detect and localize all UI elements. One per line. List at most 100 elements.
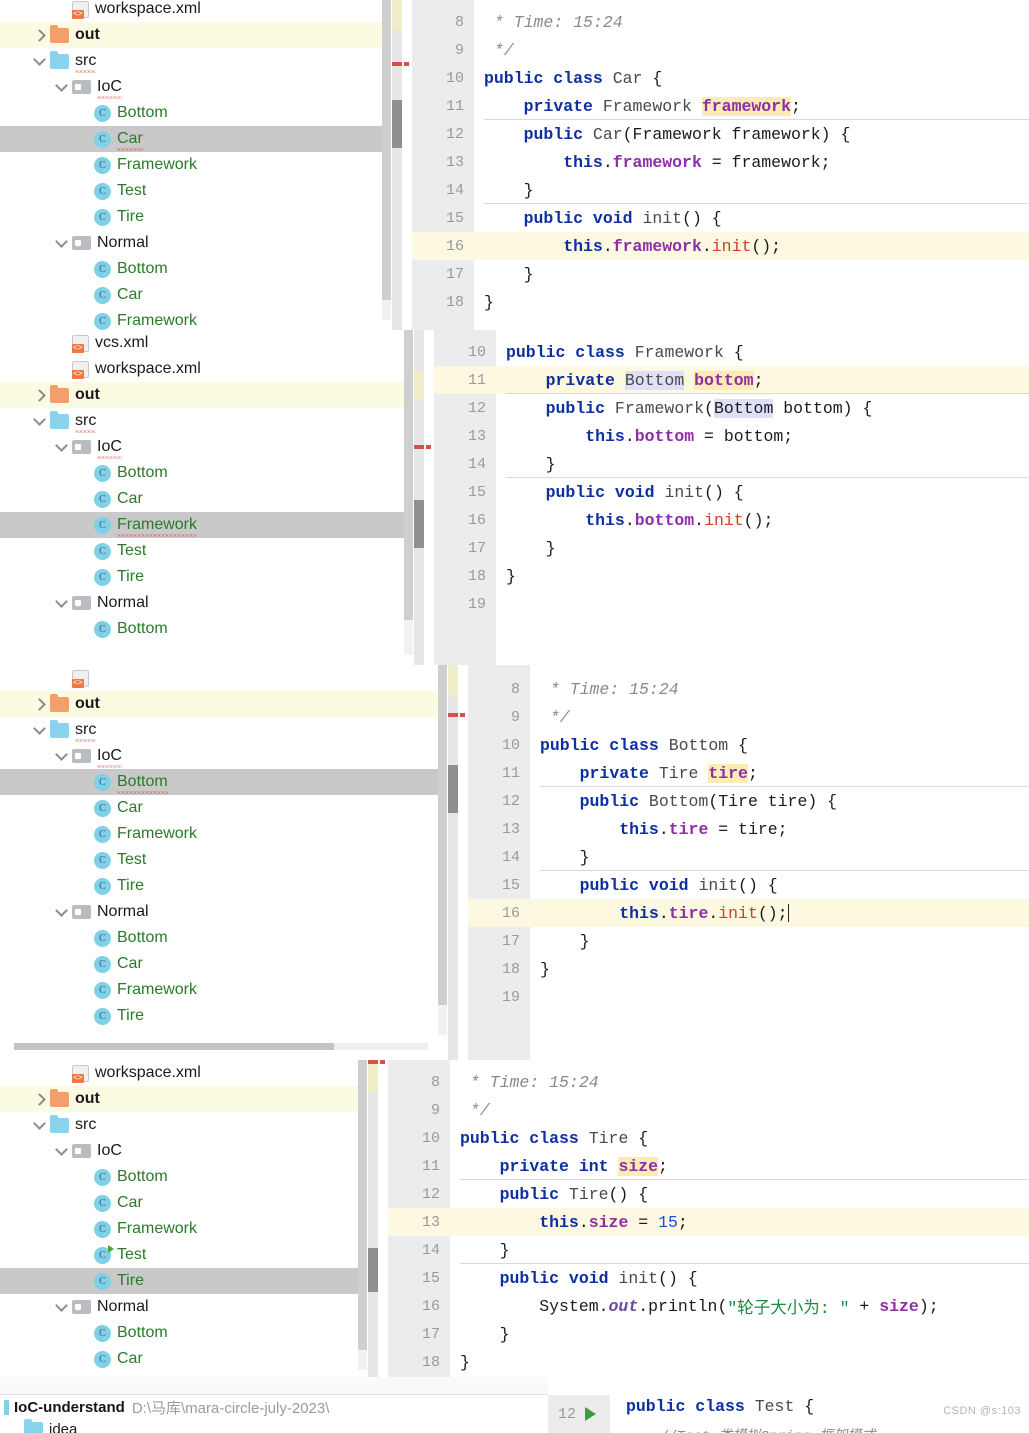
tree-item-framework[interactable]: C Framework — [0, 1216, 358, 1242]
editor-gutter[interactable]: 8 9 10 11 12 13 14 15 16 17 18 — [388, 1060, 450, 1378]
code-line[interactable]: */ — [474, 36, 1029, 64]
tree-vertical-scrollbar[interactable] — [404, 330, 413, 655]
tree-hscroll-thumb[interactable] — [14, 1043, 334, 1050]
tree-horizontal-scrollbar[interactable] — [14, 1043, 428, 1050]
chevron-down-icon[interactable] — [54, 80, 68, 94]
tree-item-test[interactable]: C Test — [0, 847, 438, 873]
code-line[interactable]: this. framework. init (); — [474, 232, 1029, 260]
error-stripe-marker[interactable] — [448, 713, 465, 717]
error-stripe-marker[interactable] — [392, 62, 409, 66]
tree-item-framework[interactable]: C Framework — [0, 308, 382, 330]
tree-item-out[interactable]: out — [0, 1086, 358, 1112]
editor-gutter[interactable]: 8 9 10 11 12 13 14 15 16 17 18 — [412, 0, 474, 330]
tree-item-bottom[interactable]: C Bottom — [0, 769, 438, 795]
tree-item-src[interactable]: src — [0, 48, 382, 74]
tree-item-out[interactable]: out — [0, 22, 382, 48]
tree-item-car[interactable]: C Car — [0, 282, 382, 308]
tree-item-src[interactable]: src — [0, 408, 404, 434]
code-line[interactable]: public void init() { — [474, 204, 1029, 232]
code-line[interactable]: this. tire. init (); — [530, 899, 1029, 927]
project-tree-panel-car[interactable]: workspace.xml out srcIoC C Bottom C Car C Framew… — [0, 0, 392, 330]
tree-scrollbar-thumb[interactable] — [382, 0, 391, 300]
tree-item-bottom[interactable]: C Bottom — [0, 100, 382, 126]
tree-item-bottom[interactable]: C Bottom — [0, 1164, 358, 1190]
tree-item-ioc[interactable]: IoC — [0, 74, 382, 100]
tree-item-car[interactable]: C Car — [0, 795, 438, 821]
tree-vertical-scrollbar[interactable] — [358, 1060, 367, 1370]
code-line[interactable]: public Bottom (Tire tire) { — [530, 787, 1029, 815]
tree-item-car[interactable]: C Car — [0, 486, 404, 512]
tree-item-workspace-xml[interactable]: workspace.xml — [0, 0, 382, 22]
tree-item-normal[interactable]: Normal — [0, 899, 438, 925]
tree-item-workspace-xml[interactable]: workspace.xml — [0, 1060, 358, 1086]
chevron-down-icon[interactable] — [54, 749, 68, 763]
code-line[interactable]: * Time: 15:24 — [474, 8, 1029, 36]
code-editor-panel-car[interactable]: 8 9 10 11 12 13 14 15 16 17 18 * Time: 15:24 */ pub… — [392, 0, 1029, 330]
tree-item-ioc[interactable]: IoC — [0, 434, 404, 460]
error-stripe-marker[interactable] — [368, 1060, 385, 1064]
code-line[interactable]: * Time: 15:24 — [450, 1068, 1029, 1096]
chevron-down-icon[interactable] — [54, 236, 68, 250]
tree-scrollbar-thumb[interactable] — [438, 665, 447, 1005]
chevron-down-icon[interactable] — [32, 54, 46, 68]
code-line[interactable]: } — [450, 1236, 1029, 1264]
tree-vertical-scrollbar[interactable] — [438, 665, 447, 1035]
project-root-row[interactable]: IoC-understand D:\马库\mara-circle-july-20… — [4, 1397, 329, 1418]
tree-item-tire[interactable]: C Tire — [0, 564, 404, 590]
code-line[interactable]: } — [496, 562, 1029, 590]
chevron-down-icon[interactable] — [54, 440, 68, 454]
tree-item-framework[interactable]: C Framework — [0, 821, 438, 847]
marker-viewport-thumb[interactable] — [448, 765, 458, 813]
tree-item-bottom[interactable]: C Bottom — [0, 1320, 358, 1346]
code-line[interactable]: public class Bottom { — [530, 731, 1029, 759]
marker-viewport-thumb[interactable] — [414, 500, 424, 548]
code-line[interactable]: public void init() { — [530, 871, 1029, 899]
editor-marker-strip[interactable] — [448, 665, 458, 1060]
code-line[interactable]: public class Framework { — [496, 338, 1029, 366]
code-line[interactable]: this. tire = tire; — [530, 815, 1029, 843]
code-line[interactable]: } — [496, 450, 1029, 478]
tree-scrollbar-thumb[interactable] — [358, 1060, 367, 1350]
code-line[interactable]: } — [450, 1348, 1029, 1376]
project-tree-panel-framework[interactable]: vcs.xml workspace.xml out srcIoC C Bottom C Car… — [0, 330, 414, 665]
code-line[interactable]: } — [474, 260, 1029, 288]
tree-item-out[interactable]: out — [0, 691, 438, 717]
tree-item-test[interactable]: C Test — [0, 538, 404, 564]
code-line[interactable]: } — [530, 955, 1029, 983]
tree-item-workspace-xml[interactable]: workspace.xml — [0, 356, 404, 382]
chevron-right-icon[interactable] — [32, 697, 46, 711]
code-line[interactable]: } — [496, 534, 1029, 562]
editor-gutter[interactable]: 8 9 10 11 12 13 14 15 16 17 18 19 — [468, 665, 530, 1060]
tree-item-tire[interactable]: C Tire — [0, 1003, 438, 1029]
marker-viewport-thumb[interactable] — [392, 100, 402, 148]
editor-marker-strip[interactable] — [368, 1060, 378, 1378]
tree-item-tire[interactable]: C Tire — [0, 1268, 358, 1294]
tree-item-bottom[interactable]: C Bottom — [0, 616, 404, 642]
code-line[interactable]: */ — [530, 703, 1029, 731]
tree-item-tire[interactable]: C Tire — [0, 873, 438, 899]
code-line[interactable]: private Tire tire; — [530, 759, 1029, 787]
code-line[interactable]: this. framework = framework; — [474, 148, 1029, 176]
code-line[interactable]: } — [450, 1320, 1029, 1348]
code-line[interactable]: System. out .println("轮子大小为: " + size); — [450, 1292, 1029, 1320]
code-line[interactable]: } — [530, 927, 1029, 955]
tree-item-framework[interactable]: C Framework — [0, 977, 438, 1003]
code-line[interactable]: private Bottom bottom; — [496, 366, 1029, 394]
editor-marker-strip[interactable] — [392, 0, 402, 330]
tree-item-test[interactable]: C Test — [0, 1242, 358, 1268]
idea-folder-row[interactable]: idea — [24, 1419, 77, 1433]
tree-vertical-scrollbar[interactable] — [382, 0, 391, 320]
code-line[interactable]: private int size; — [450, 1152, 1029, 1180]
code-line[interactable]: */ — [450, 1096, 1029, 1124]
tree-item-framework[interactable]: C Framework — [0, 512, 404, 538]
tree-item-normal[interactable]: Normal — [0, 590, 404, 616]
code-line[interactable]: } — [474, 288, 1029, 316]
tree-item[interactable] — [0, 665, 438, 691]
code-line[interactable]: public Car (Framework framework) { — [474, 120, 1029, 148]
tree-item-ioc[interactable]: IoC — [0, 743, 438, 769]
chevron-right-icon[interactable] — [32, 1092, 46, 1106]
chevron-down-icon[interactable] — [54, 596, 68, 610]
tree-item-src[interactable]: src — [0, 1112, 358, 1138]
code-line[interactable]: public Framework(Bottom bottom) { — [496, 394, 1029, 422]
tree-item-bottom[interactable]: C Bottom — [0, 925, 438, 951]
